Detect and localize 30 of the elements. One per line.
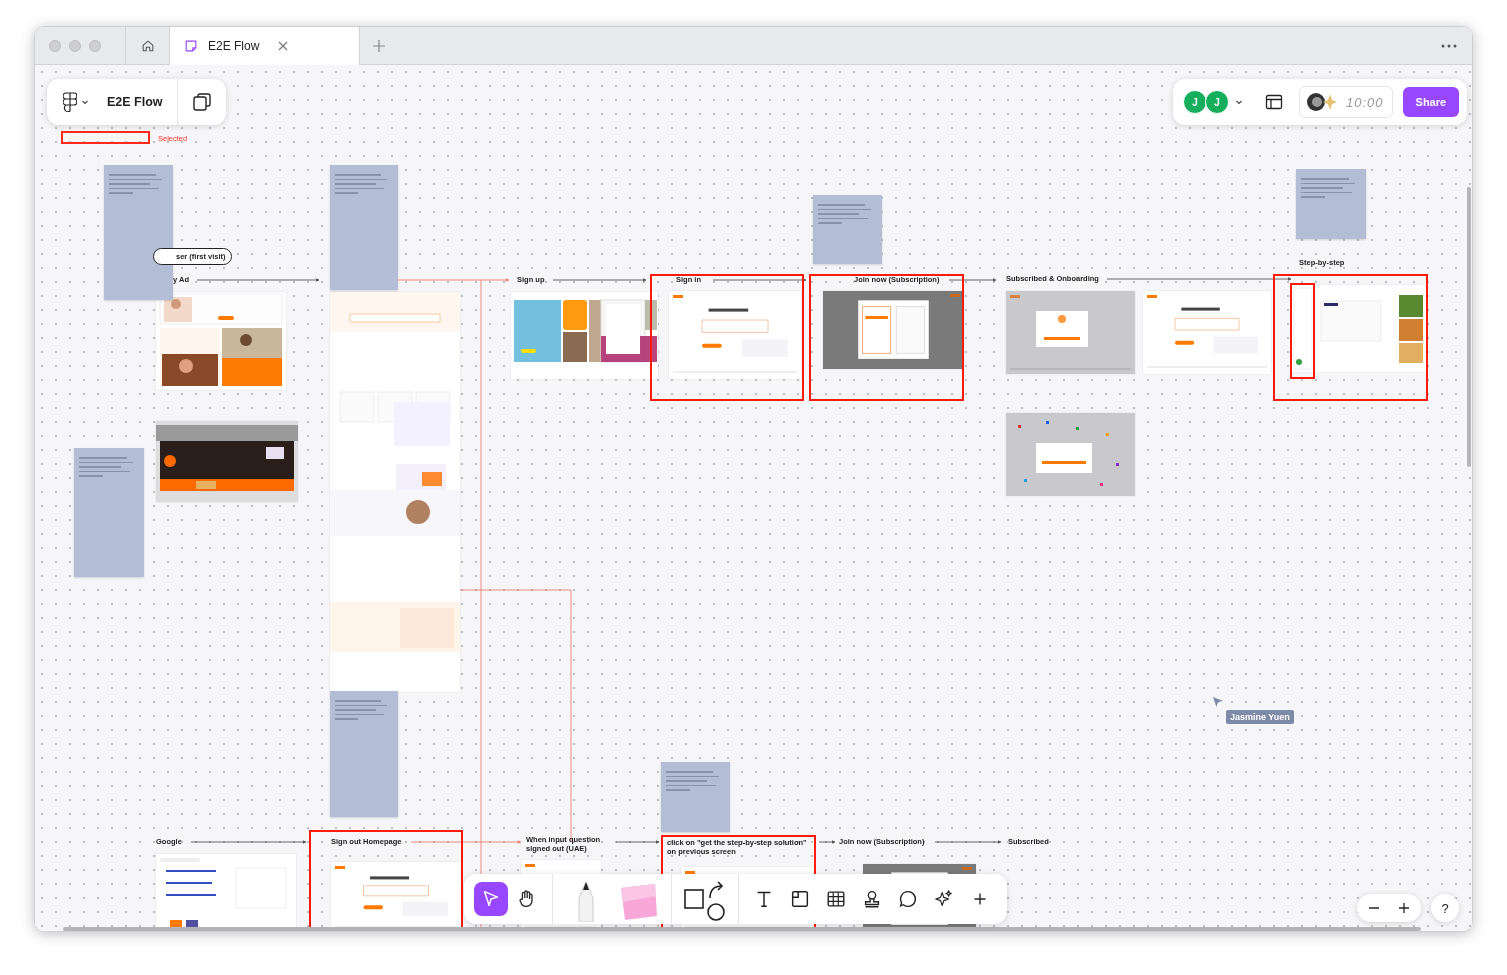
plus-icon — [1397, 901, 1411, 915]
scrollbar[interactable] — [63, 927, 1421, 931]
chevron-down-icon — [81, 98, 89, 106]
sticky-note — [661, 762, 730, 832]
file-tab[interactable]: E2E Flow — [170, 27, 360, 65]
sticky-note — [813, 195, 882, 264]
close-icon[interactable] — [277, 40, 290, 52]
sticky-note-icon — [184, 39, 198, 53]
layout-icon[interactable] — [1265, 93, 1283, 111]
table-icon — [825, 888, 847, 910]
comment-icon — [897, 888, 919, 910]
user-avatar[interactable]: J — [1183, 90, 1207, 114]
sticky-note — [1296, 169, 1366, 239]
pages-icon[interactable] — [191, 92, 212, 112]
pointer-tool[interactable] — [474, 882, 508, 916]
timer-widget[interactable]: 10:00 — [1299, 86, 1393, 118]
home-icon — [140, 38, 155, 53]
section-icon — [789, 888, 811, 910]
share-button[interactable]: Share — [1402, 87, 1460, 117]
help-button[interactable]: ? — [1431, 894, 1459, 922]
chevron-down-icon[interactable] — [1235, 98, 1243, 106]
timer-text: 10:00 — [1346, 94, 1384, 110]
collaborator-name: Jasmine Yuen — [1226, 710, 1294, 724]
music-sparkle-icon — [1306, 92, 1338, 112]
user-avatar[interactable]: J — [1205, 90, 1229, 114]
more-icon[interactable] — [1440, 42, 1458, 49]
file-title[interactable]: E2E Flow — [99, 95, 177, 109]
scrollbar[interactable] — [1467, 187, 1471, 467]
cursor-icon — [1212, 696, 1224, 708]
logo-icon — [63, 92, 77, 112]
